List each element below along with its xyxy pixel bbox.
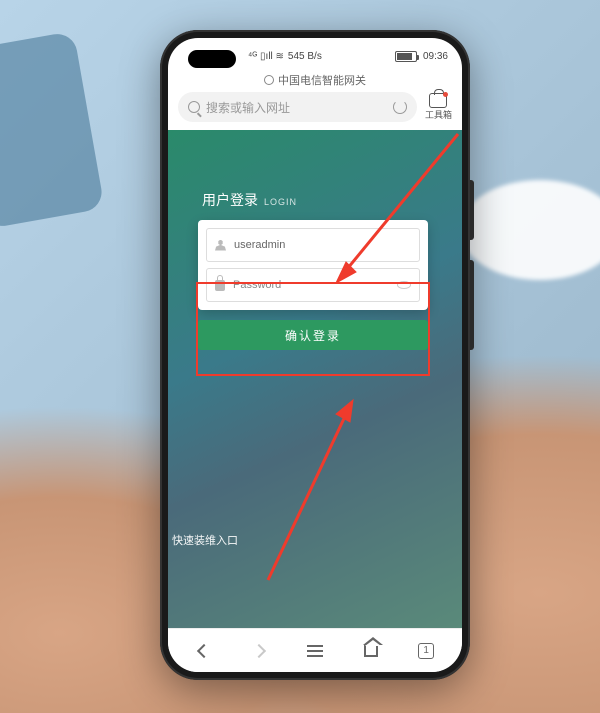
phone-frame: ⁴ᴳ ▯ıll ≋ 545 B/s 09:36 中国电信智能网关 搜索或输入网址… [160,30,470,680]
nav-back[interactable] [193,640,215,662]
network-indicator: ⁴ᴳ ▯ıll ≋ [248,51,284,62]
globe-icon [264,75,274,85]
browser-title-bar: 中国电信智能网关 [168,68,462,92]
volume-button [470,260,474,350]
power-button [470,180,474,240]
visibility-icon[interactable] [397,281,411,289]
toolbox-icon [429,93,447,108]
network-speed: 545 B/s [288,51,322,62]
lock-icon [215,280,225,291]
nav-home[interactable] [360,640,382,662]
username-value: useradmin [234,239,285,251]
search-icon [188,101,200,113]
login-button-label: 确认登录 [285,327,341,344]
nav-tabs[interactable]: 1 [415,640,437,662]
address-bar[interactable]: 搜索或输入网址 [178,92,417,122]
user-icon [215,240,226,251]
login-title-en: LOGIN [264,197,297,207]
web-page: 用户登录 LOGIN useradmin Password 确认登录 [168,130,462,628]
camera-cutout [188,50,236,68]
login-fields: useradmin Password [198,220,428,310]
login-title-cn: 用户登录 [202,190,258,210]
annotation-arrow-2 [238,390,368,590]
refresh-icon[interactable] [393,100,407,114]
clock: 09:36 [423,51,448,62]
password-field[interactable]: Password [206,268,420,302]
login-button[interactable]: 确认登录 [198,320,428,350]
nav-forward[interactable] [248,640,270,662]
toolbox-label: 工具箱 [425,108,452,121]
screen: ⁴ᴳ ▯ıll ≋ 545 B/s 09:36 中国电信智能网关 搜索或输入网址… [168,38,462,672]
username-field[interactable]: useradmin [206,228,420,262]
battery-icon [395,51,417,62]
browser-bottom-nav: 1 [168,628,462,672]
login-panel: 用户登录 LOGIN useradmin Password 确认登录 [198,190,428,350]
page-title: 中国电信智能网关 [278,72,366,88]
address-placeholder: 搜索或输入网址 [206,99,290,116]
quick-maintenance-link[interactable]: 快速装维入口 [172,532,238,548]
login-title: 用户登录 LOGIN [198,190,428,210]
nav-menu[interactable] [304,640,326,662]
toolbox-button[interactable]: 工具箱 [425,93,452,121]
password-placeholder: Password [233,279,281,291]
